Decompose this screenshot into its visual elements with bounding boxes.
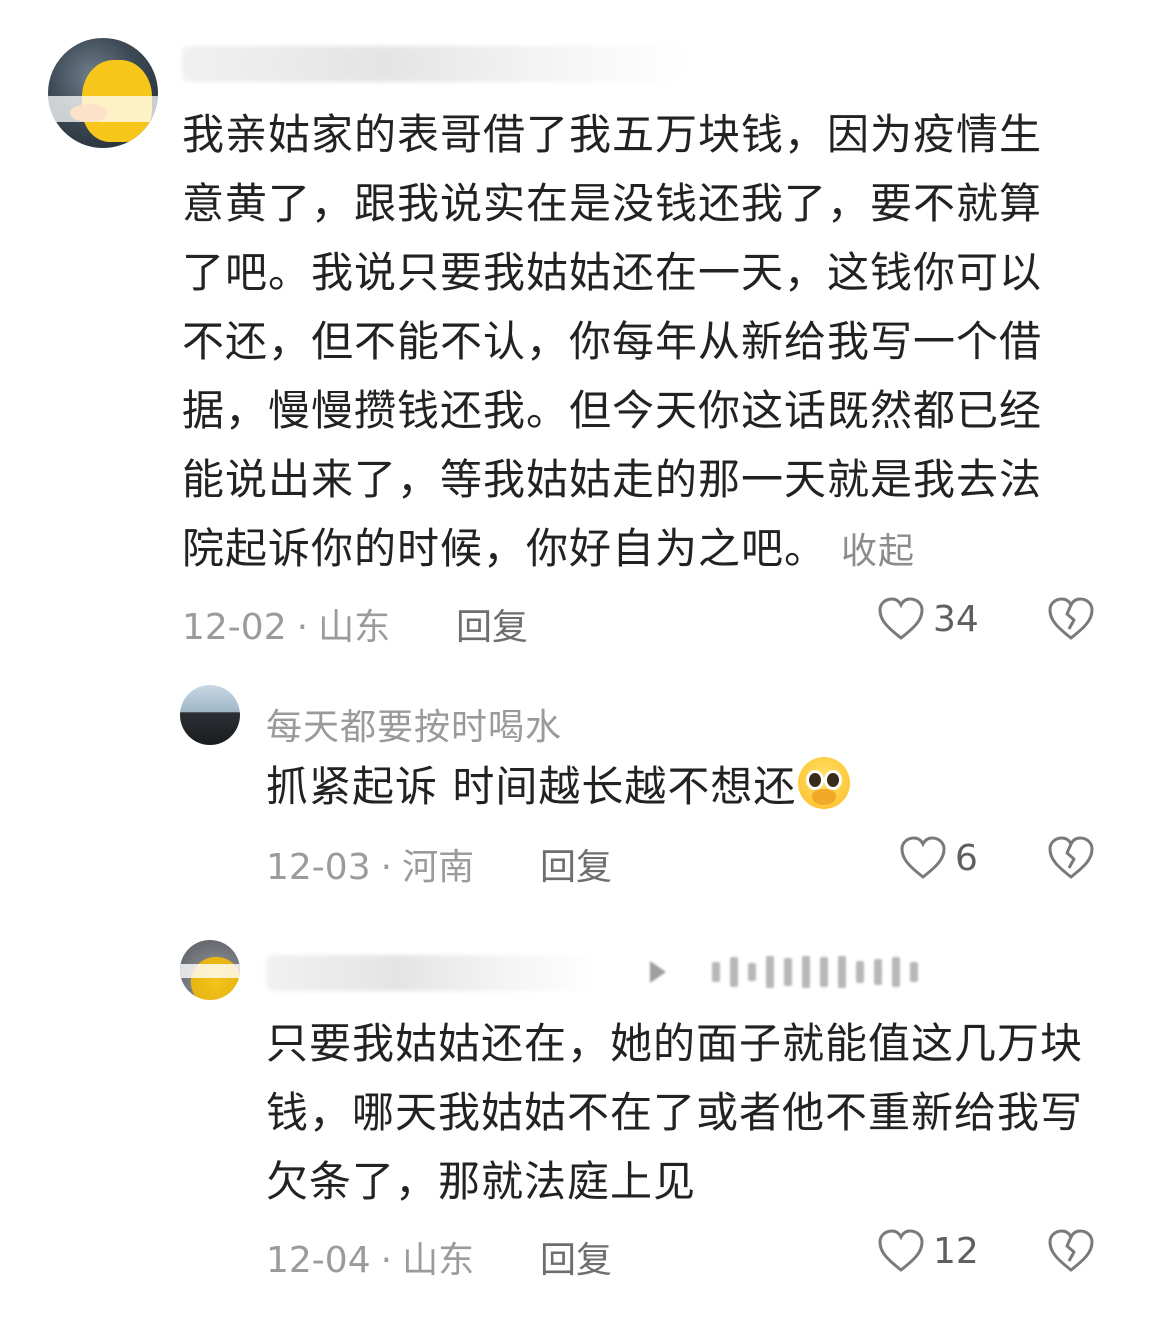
meta-separator: · xyxy=(380,847,393,888)
like-count: 12 xyxy=(933,1230,979,1272)
like-button[interactable]: 6 xyxy=(899,835,978,881)
comment-location: 山东 xyxy=(318,607,391,648)
comment-location: 山东 xyxy=(402,1240,475,1281)
reply-button[interactable]: 回复 xyxy=(456,598,528,650)
comment-text: 我亲姑家的表哥借了我五万块钱，因为疫情生意黄了，跟我说实在是没钱还我了，要不就算… xyxy=(182,110,1043,573)
broken-heart-icon xyxy=(1048,597,1094,640)
comment-text: 只要我姑姑还在，她的面子就能值这几万块钱，哪天我姑姑不在了或者他不重新给我写欠条… xyxy=(266,1019,1084,1206)
username[interactable]: 每天都要按时喝水 xyxy=(266,698,562,750)
like-button[interactable]: 34 xyxy=(877,596,979,642)
pleading-face-emoji xyxy=(798,757,851,809)
wave-bar xyxy=(766,956,774,988)
wave-bar xyxy=(730,957,738,987)
comment-date: 12-03 xyxy=(266,847,371,888)
avatar-blur-mask xyxy=(180,964,240,978)
comment-meta: 12-04 · 山东 xyxy=(266,1231,474,1283)
comment-text: 抓紧起诉 时间越长越不想还 xyxy=(266,762,797,811)
dislike-button[interactable] xyxy=(1047,1228,1095,1278)
wave-bar xyxy=(892,957,900,987)
reply-button[interactable]: 回复 xyxy=(540,1231,612,1283)
heart-outline-icon xyxy=(878,1229,924,1272)
comment-body: 我亲姑家的表哥借了我五万块钱，因为疫情生意黄了，跟我说实在是没钱还我了，要不就算… xyxy=(182,100,1082,586)
meta-separator: · xyxy=(296,607,309,648)
wave-bar xyxy=(712,962,720,982)
reply-button[interactable]: 回复 xyxy=(540,838,612,890)
comment-body: 只要我姑姑还在，她的面子就能值这几万块钱，哪天我姑姑不在了或者他不重新给我写欠条… xyxy=(266,1009,1086,1216)
like-count: 34 xyxy=(933,598,979,640)
like-count: 6 xyxy=(955,837,978,879)
wave-bar xyxy=(784,958,792,986)
broken-heart-icon xyxy=(1048,836,1094,879)
avatar[interactable] xyxy=(48,38,158,148)
meta-separator: · xyxy=(380,1240,393,1281)
comment-meta: 12-03 · 河南 xyxy=(266,838,474,890)
play-icon xyxy=(650,961,666,983)
comment-date: 12-02 xyxy=(182,607,287,648)
avatar[interactable] xyxy=(180,685,240,745)
emoji-hands xyxy=(812,789,837,805)
comment-meta: 12-02 · 山东 xyxy=(182,598,390,650)
comment-body: 抓紧起诉 时间越长越不想还 xyxy=(266,752,1086,821)
wave-bar xyxy=(838,956,846,988)
heart-outline-icon xyxy=(900,836,946,879)
heart-outline-icon xyxy=(878,597,924,640)
dislike-button[interactable] xyxy=(1047,835,1095,885)
blurred-username[interactable] xyxy=(266,955,596,991)
like-button[interactable]: 12 xyxy=(877,1228,979,1274)
avatar[interactable] xyxy=(180,940,240,1000)
broken-heart-icon xyxy=(1048,1229,1094,1272)
wave-bar xyxy=(874,959,882,985)
wave-bar xyxy=(910,962,918,982)
collapse-link[interactable]: 收起 xyxy=(841,531,915,572)
avatar-blur-mask xyxy=(48,96,158,122)
comment-location: 河南 xyxy=(402,847,475,888)
wave-bar xyxy=(748,963,756,981)
dislike-button[interactable] xyxy=(1047,596,1095,646)
comment-date: 12-04 xyxy=(266,1240,371,1281)
wave-bar xyxy=(856,961,864,983)
reply-to-indicator xyxy=(650,955,1000,989)
wave-bar xyxy=(820,957,828,987)
blurred-username[interactable] xyxy=(182,46,687,82)
wave-bar xyxy=(802,956,810,988)
